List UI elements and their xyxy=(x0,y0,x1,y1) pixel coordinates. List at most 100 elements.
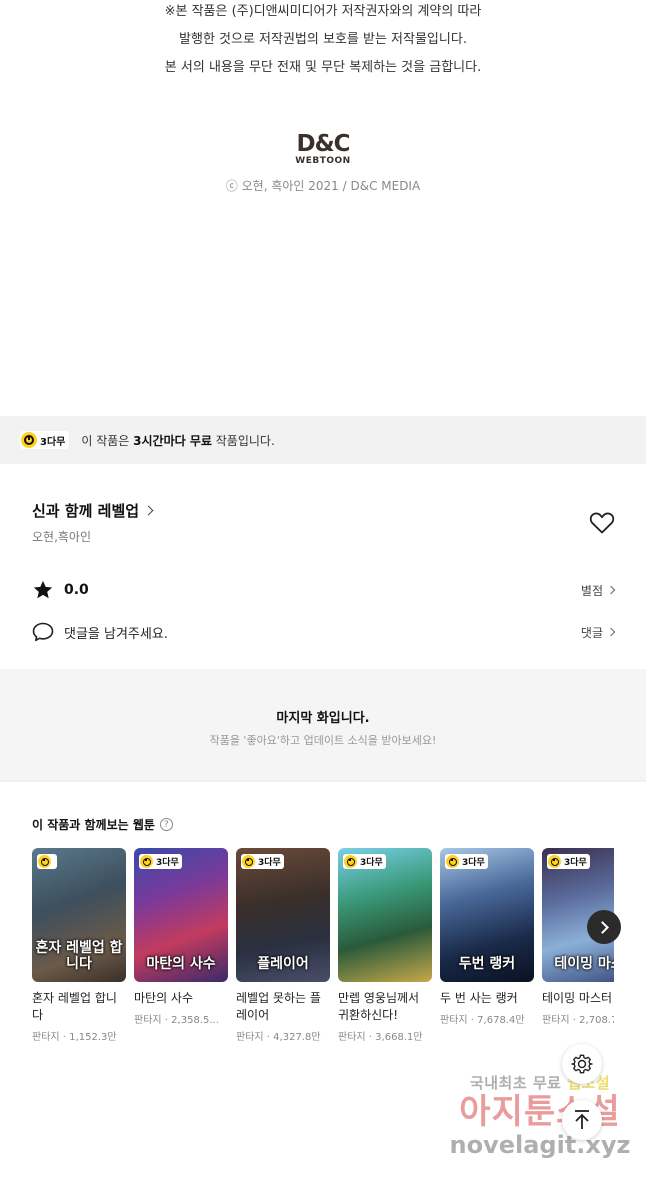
card-views: 3,668.1만 xyxy=(375,1032,423,1043)
watermark-line-1a: 국내최초 무료 xyxy=(469,1074,568,1092)
recommendation-card[interactable]: 3다무 마탄의 사수 마탄의 사수 판타지 · 2,358.5... xyxy=(134,848,228,1026)
wait-free-badge-label: 3다무 xyxy=(40,436,66,448)
wait-free-badge xyxy=(37,854,57,869)
rating-link[interactable]: 별점 xyxy=(580,582,616,599)
card-title: 두 번 사는 랭커 xyxy=(440,991,518,1005)
publisher-logo-sub: WEBTOON xyxy=(295,156,351,166)
comment-row[interactable]: 댓글을 남겨주세요. 댓글 xyxy=(32,620,616,644)
wait-free-badge-label: 3다무 xyxy=(156,858,179,868)
arrow-up-icon xyxy=(575,1110,589,1129)
work-title: 신과 함께 레벨업 xyxy=(32,502,140,520)
copyright-line-3: 본 서의 내용을 무단 전재 및 무단 복제하는 것을 금합니다. xyxy=(164,60,482,75)
star-icon xyxy=(33,580,53,599)
gear-icon xyxy=(571,1054,593,1074)
meta-separator: · xyxy=(266,1032,270,1043)
clock-icon xyxy=(242,855,255,868)
rating-link-label: 별점 xyxy=(580,583,603,598)
settings-button[interactable] xyxy=(562,1044,602,1084)
publisher-credit: ⓒ 오현, 흑아인 2021 / D&C MEDIA xyxy=(225,179,421,193)
card-genre: 판타지 xyxy=(236,1032,264,1043)
card-meta: 판타지 · 4,327.8만 xyxy=(236,1028,330,1043)
recommendation-card[interactable]: 혼자 레벨업 합니다 혼자 레벨업 합니다 판타지 · 1,152.3만 xyxy=(32,848,126,1043)
chevron-right-icon xyxy=(606,627,616,637)
clock-icon xyxy=(140,855,153,868)
card-meta: 판타지 · 1,152.3만 xyxy=(32,1028,126,1043)
card-title: 테이밍 마스터 xyxy=(542,991,613,1005)
watermark: 국내최초 무료 웹소설 아지툰소설 novelagit.xyz xyxy=(440,1072,640,1182)
watermark-line-2: 아지툰소설 xyxy=(459,1092,621,1132)
wait-free-badge: 3다무 xyxy=(547,854,590,869)
work-info-section: 신과 함께 레벨업 오현,흑아인 0.0 별점 댓글을 남겨주세요. 댓글 xyxy=(0,464,646,669)
card-title: 마탄의 사수 xyxy=(134,991,194,1005)
last-episode-subtitle: 작품을 '좋아요'하고 업데이트 소식을 받아보세요! xyxy=(209,734,437,747)
wait-free-badge: 3다무 xyxy=(343,854,386,869)
chevron-right-icon xyxy=(595,920,609,934)
copyright-line-1: ※본 작품은 (주)디앤씨미디어가 저작권자와의 계약의 따라 xyxy=(164,4,482,19)
wait-free-badge-label: 3다무 xyxy=(258,858,281,868)
heart-icon[interactable] xyxy=(589,511,615,535)
card-meta: 판타지 · 2,708.7 xyxy=(542,1011,614,1026)
card-views: 2,358.5... xyxy=(171,1015,219,1026)
card-genre: 판타지 xyxy=(440,1015,468,1026)
copyright-line-2: 발행한 것으로 저작권법의 보호를 받는 저작물입니다. xyxy=(179,32,467,47)
free-info-text: 이 작품은 3시간마다 무료 작품입니다. xyxy=(81,432,274,449)
comment-link[interactable]: 댓글 xyxy=(580,624,616,641)
comment-placeholder: 댓글을 남겨주세요. xyxy=(64,626,168,642)
cover-image: 3다무 xyxy=(338,848,432,982)
recommendations-title: 이 작품과 함께보는 웹툰 ? xyxy=(32,816,173,833)
work-title-link[interactable]: 신과 함께 레벨업 xyxy=(32,500,154,521)
recommendation-card[interactable]: 3다무 만렙 영웅님께서 귀환하신다! 판타지 · 3,668.1만 xyxy=(338,848,432,1043)
copyright-notice: ※본 작품은 (주)디앤씨미디어가 저작권자와의 계약의 따라 발행한 것으로 … xyxy=(0,0,646,82)
card-genre: 판타지 xyxy=(32,1032,60,1043)
cover-image: 혼자 레벨업 합니다 xyxy=(32,848,126,982)
scroll-top-button[interactable] xyxy=(562,1100,602,1140)
wait-free-badge-label: 3다무 xyxy=(360,858,383,868)
card-views: 1,152.3만 xyxy=(69,1032,117,1043)
card-title: 만렙 영웅님께서 귀환하신다! xyxy=(338,991,420,1022)
clock-icon xyxy=(548,855,561,868)
wait-free-badge-label: 3다무 xyxy=(564,858,587,868)
wait-free-badge: 3다무 xyxy=(445,854,488,869)
card-views: 4,327.8만 xyxy=(273,1032,321,1043)
clock-icon xyxy=(21,432,37,448)
card-meta: 판타지 · 3,668.1만 xyxy=(338,1028,432,1043)
recommendation-card[interactable]: 3다무 플레이어 레벨업 못하는 플레이어 판타지 · 4,327.8만 xyxy=(236,848,330,1043)
cover-image: 3다무 두번 랭커 xyxy=(440,848,534,982)
meta-separator: · xyxy=(470,1015,474,1026)
clock-icon xyxy=(446,855,459,868)
cover-image: 3다무 플레이어 xyxy=(236,848,330,982)
card-views: 7,678.4만 xyxy=(477,1015,525,1026)
recommendation-carousel: 혼자 레벨업 합니다 혼자 레벨업 합니다 판타지 · 1,152.3만 3다무… xyxy=(32,848,614,1048)
help-icon[interactable]: ? xyxy=(159,818,173,831)
meta-separator: · xyxy=(62,1032,66,1043)
comment-link-label: 댓글 xyxy=(580,625,603,640)
meta-separator: · xyxy=(368,1032,372,1043)
cover-title: 마탄의 사수 xyxy=(146,956,216,972)
carousel-next-button[interactable] xyxy=(587,910,621,944)
card-genre: 판타지 xyxy=(338,1032,366,1043)
card-meta: 판타지 · 2,358.5... xyxy=(134,1011,228,1026)
last-episode-title: 마지막 화입니다. xyxy=(276,711,370,726)
cover-title: 혼자 레벨업 합니다 xyxy=(35,940,123,972)
recommendations-title-text: 이 작품과 함께보는 웹툰 xyxy=(32,818,155,832)
cover-title: 플레이어 xyxy=(257,956,309,972)
work-authors: 오현,흑아인 xyxy=(32,530,92,544)
recommendations-section: 이 작품과 함께보는 웹툰 ? 혼자 레벨업 합니다 혼자 레벨업 합니다 판타… xyxy=(0,780,646,1070)
free-info-text-bold: 3시간마다 무료 xyxy=(133,433,212,448)
cover-image: 3다무 마탄의 사수 xyxy=(134,848,228,982)
wait-free-badge: 3다무 xyxy=(20,431,70,449)
cover-title: 테이밍 마스 xyxy=(554,956,614,972)
watermark-line-1: 국내최초 무료 웹소설 xyxy=(440,1072,640,1093)
speech-bubble-icon xyxy=(32,622,54,642)
free-info-text-post: 작품입니다. xyxy=(211,433,275,448)
meta-separator: · xyxy=(572,1015,576,1026)
card-meta: 판타지 · 7,678.4만 xyxy=(440,1011,534,1026)
rating-score: 0.0 xyxy=(64,582,89,598)
last-episode-notice: 마지막 화입니다. 작품을 '좋아요'하고 업데이트 소식을 받아보세요! xyxy=(0,669,646,780)
publisher-logo-block: D&C WEBTOON ⓒ 오현, 흑아인 2021 / D&C MEDIA xyxy=(0,132,646,194)
chevron-right-icon xyxy=(143,505,154,516)
free-info-bar: 3다무 이 작품은 3시간마다 무료 작품입니다. xyxy=(0,416,646,464)
card-title: 혼자 레벨업 합니다 xyxy=(32,991,117,1022)
free-info-text-pre: 이 작품은 xyxy=(81,433,134,448)
recommendation-card[interactable]: 3다무 두번 랭커 두 번 사는 랭커 판타지 · 7,678.4만 xyxy=(440,848,534,1026)
